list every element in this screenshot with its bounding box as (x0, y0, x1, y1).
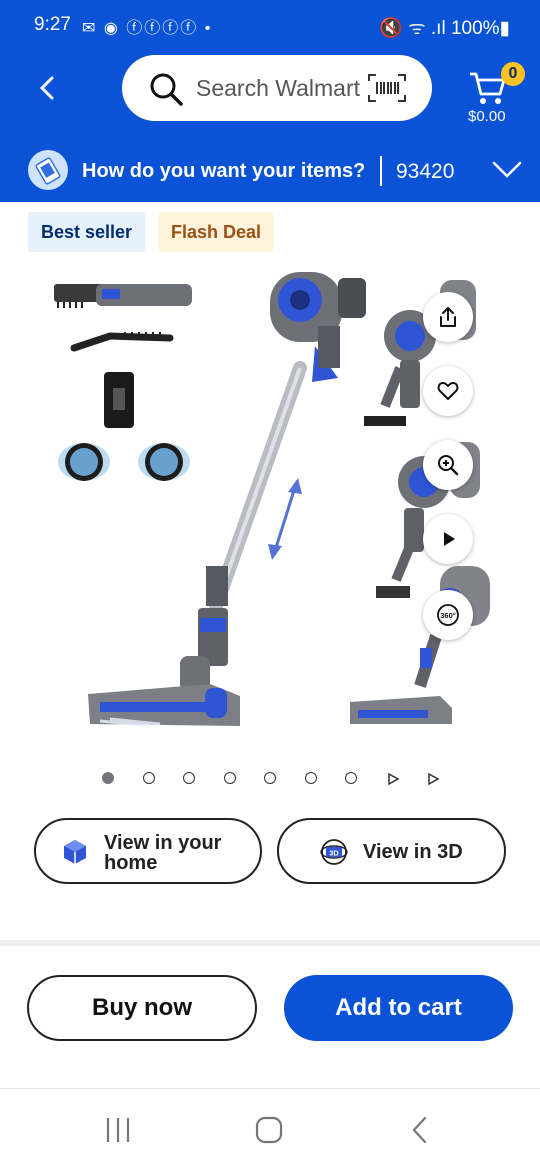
play-icon (444, 532, 455, 546)
cart-button[interactable]: 0 $0.00 (466, 62, 525, 125)
delivery-separator (380, 156, 382, 186)
carousel-dot[interactable] (142, 772, 155, 784)
heart-icon (437, 382, 459, 400)
view-in-3d-button[interactable]: 3D View in 3D (277, 818, 506, 884)
share-icon (440, 307, 456, 327)
carousel-video-dot[interactable] (426, 772, 440, 786)
delivery-icon (28, 150, 68, 190)
accessory-wall-mount (104, 372, 134, 428)
system-nav-bar (0, 1088, 540, 1170)
zoom-button[interactable] (423, 440, 473, 490)
stick-vacuum-small (350, 566, 490, 724)
accessory-filters (58, 443, 190, 481)
view-360-button[interactable]: 360° (423, 590, 473, 640)
carousel-dot[interactable] (183, 772, 195, 784)
flash-deal-badge: Flash Deal (158, 212, 275, 252)
delivery-zip: 93420 (396, 160, 455, 183)
carousel-dot[interactable] (304, 772, 317, 784)
recent-apps-icon[interactable] (103, 1115, 133, 1145)
cart-count-badge: 0 (501, 62, 525, 86)
3d-icon: 3D (320, 839, 348, 865)
carousel-dot[interactable] (102, 772, 114, 784)
view-in-home-label: View in your home (104, 832, 222, 874)
carousel-dot[interactable] (264, 772, 276, 784)
favorite-button[interactable] (423, 366, 473, 416)
share-button[interactable] (423, 292, 473, 342)
zoom-icon (438, 455, 459, 476)
accessory-cleaning-tool (70, 332, 174, 352)
home-icon[interactable] (254, 1115, 284, 1145)
header: 9:27 ✉ ◉ ⓕⓕⓕⓕ • 🔇 ᯤ .ıl 100%▮ 0 $0.00 (0, 0, 540, 202)
best-seller-badge: Best seller (28, 212, 146, 252)
360-icon: 360° (437, 604, 459, 626)
cube-icon (64, 840, 86, 864)
add-to-cart-button[interactable]: Add to cart (284, 975, 513, 1041)
delivery-selector[interactable]: How do you want your items? 93420 (0, 148, 540, 202)
back-icon[interactable] (36, 70, 58, 106)
system-back-icon[interactable] (405, 1115, 435, 1145)
3d-badge-text: 3D (329, 849, 339, 858)
status-time: 9:27 (34, 14, 71, 35)
carousel-dot[interactable] (345, 772, 357, 784)
cart-total: $0.00 (468, 108, 506, 125)
view-in-home-button[interactable]: View in your home (34, 818, 262, 884)
accessory-brush (54, 284, 192, 308)
adjust-arrows (268, 478, 302, 560)
chevron-down-icon (492, 161, 522, 178)
search-bar[interactable] (122, 55, 432, 121)
search-input[interactable] (196, 71, 371, 105)
view-in-3d-label: View in 3D (363, 841, 463, 863)
play-video-button[interactable] (423, 514, 473, 564)
status-right: 🔇 ᯤ .ıl 100%▮ (379, 18, 510, 39)
status-bar: 9:27 ✉ ◉ ⓕⓕⓕⓕ • 🔇 ᯤ .ıl 100%▮ (0, 0, 540, 50)
notification-icons: ✉ ◉ ⓕⓕⓕⓕ • (82, 20, 213, 37)
delivery-question: How do you want your items? (82, 160, 366, 182)
svg-text:360°: 360° (440, 611, 456, 620)
search-icon (150, 73, 183, 106)
carousel-video-dot[interactable] (386, 772, 400, 786)
section-divider (0, 940, 540, 946)
carousel-dot[interactable] (223, 772, 236, 784)
buy-now-button[interactable]: Buy now (27, 975, 257, 1041)
carousel-pagination (100, 770, 450, 786)
barcode-icon[interactable] (367, 73, 407, 103)
